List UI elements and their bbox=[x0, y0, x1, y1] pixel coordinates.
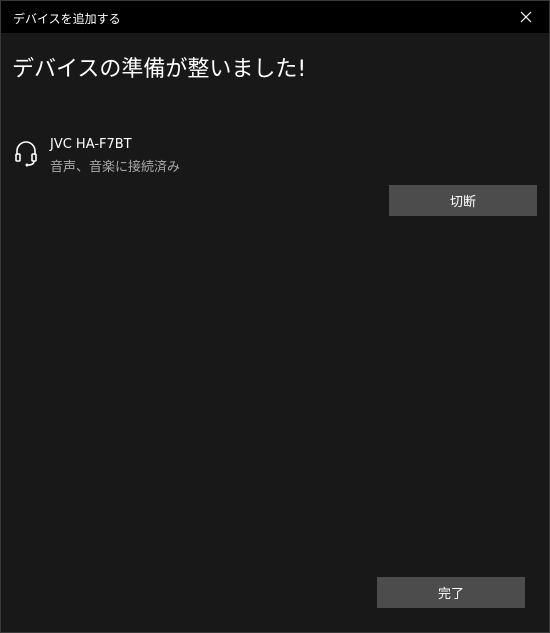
close-button[interactable] bbox=[503, 1, 549, 33]
device-name: JVC HA-F7BT bbox=[50, 137, 132, 152]
close-icon bbox=[520, 11, 532, 23]
device-item: JVC HA-F7BT 音声、音楽に接続済み bbox=[13, 137, 413, 177]
done-button[interactable]: 完了 bbox=[377, 577, 525, 608]
title-bar: デバイスを追加する bbox=[1, 1, 549, 33]
disconnect-button[interactable]: 切断 bbox=[389, 185, 537, 216]
window-title: デバイスを追加する bbox=[13, 12, 121, 26]
headset-icon bbox=[15, 141, 37, 167]
page-title: デバイスの準備が整いました! bbox=[12, 57, 307, 82]
device-status: 音声、音楽に接続済み bbox=[50, 160, 181, 175]
add-device-dialog: デバイスを追加する デバイスの準備が整いました! JVC HA-F7BT 音声、… bbox=[0, 0, 550, 633]
